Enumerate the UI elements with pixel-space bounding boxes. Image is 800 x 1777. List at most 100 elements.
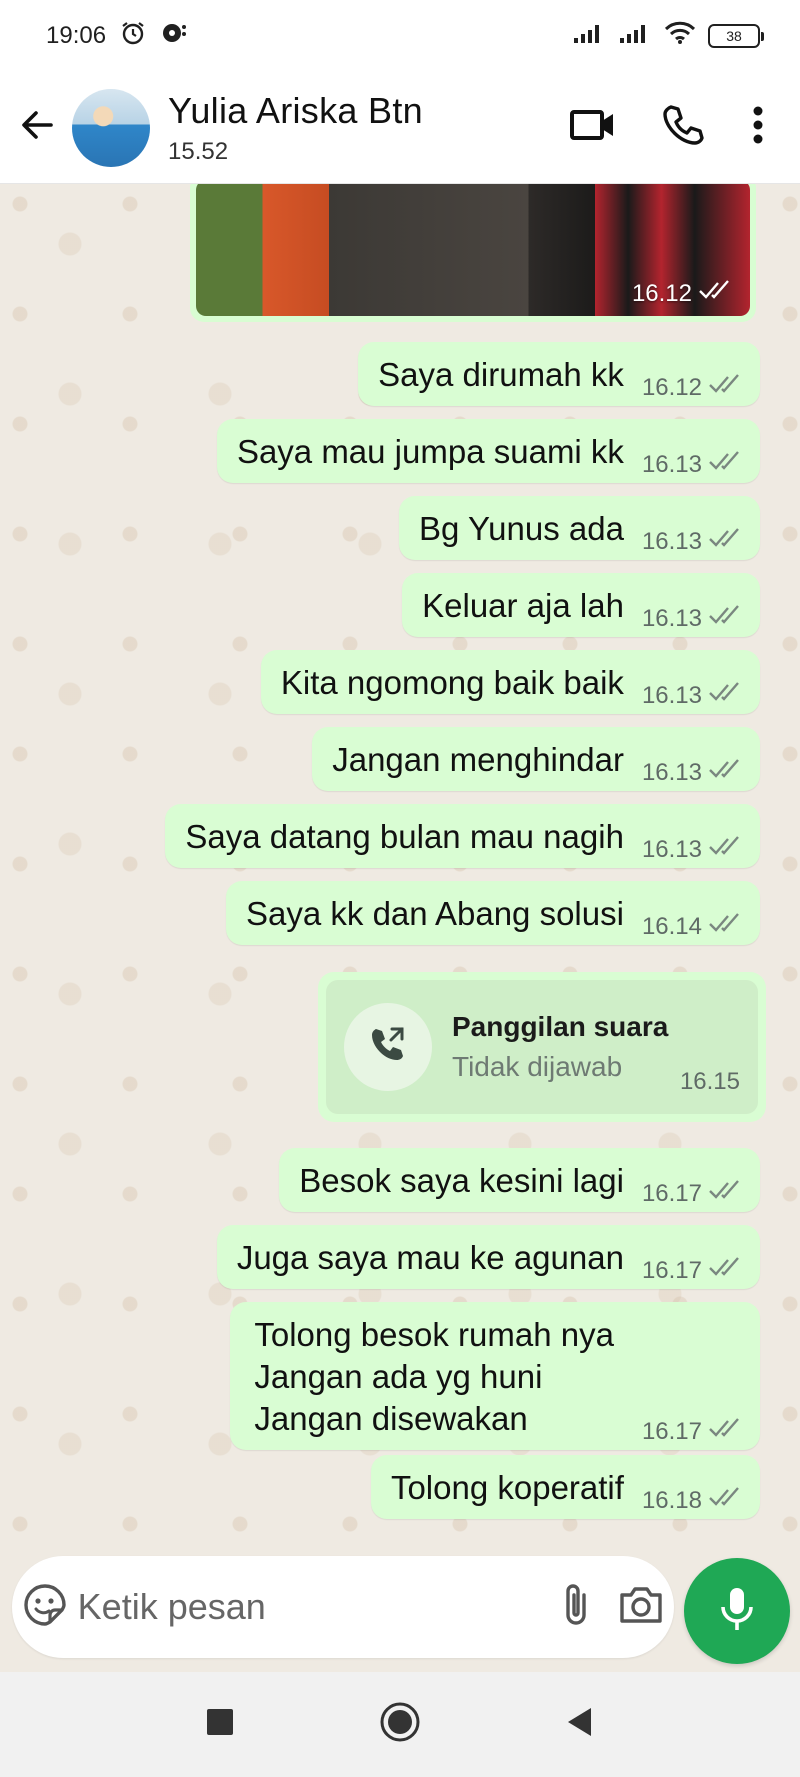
call-title: Panggilan suara bbox=[452, 1011, 669, 1042]
message-text: Saya dirumah kk bbox=[378, 356, 624, 393]
message-meta: 16.14 bbox=[642, 912, 746, 941]
message-time: 16.17 bbox=[641, 1417, 702, 1445]
message-time: 16.12 bbox=[641, 373, 702, 401]
home-button[interactable] bbox=[375, 1700, 425, 1750]
message-time: 16.12 bbox=[631, 279, 692, 307]
double-check-icon bbox=[708, 1256, 746, 1285]
more-vert-icon bbox=[752, 105, 764, 150]
back-button[interactable] bbox=[2, 72, 72, 183]
double-check-icon bbox=[708, 527, 746, 556]
message-text: Juga saya mau ke agunan bbox=[236, 1239, 624, 1276]
message-bubble[interactable]: Saya dirumah kk 16.12 bbox=[358, 342, 760, 406]
message-time: 16.13 bbox=[641, 758, 702, 786]
avatar[interactable] bbox=[72, 88, 150, 167]
status-bar: 19:06 38 bbox=[0, 0, 800, 72]
message-bubble[interactable]: Juga saya mau ke agunan 16.17 bbox=[216, 1225, 760, 1289]
phone-icon bbox=[661, 103, 705, 152]
voice-record-button[interactable] bbox=[684, 1558, 790, 1664]
microphone-icon bbox=[717, 1585, 757, 1638]
attach-button[interactable] bbox=[543, 1556, 609, 1658]
message-photo[interactable]: 16.12 bbox=[196, 184, 750, 316]
double-check-icon bbox=[708, 681, 746, 710]
message-time: 16.13 bbox=[641, 604, 702, 632]
message-bubble[interactable]: Saya mau jumpa suami kk 16.13 bbox=[216, 419, 760, 483]
message-text: Keluar aja lah bbox=[422, 587, 624, 624]
message-time: 16.17 bbox=[641, 1256, 702, 1284]
message-meta: 16.13 bbox=[642, 604, 746, 633]
video-call-icon bbox=[569, 105, 617, 150]
message-text: Bg Yunus ada bbox=[419, 510, 624, 547]
message-time: 16.13 bbox=[641, 450, 702, 478]
contact-name: Yulia Ariska Btn bbox=[168, 89, 423, 131]
message-time: 16.13 bbox=[641, 527, 702, 555]
message-time: 16.18 bbox=[641, 1486, 702, 1514]
message-meta: 16.17 bbox=[642, 1179, 746, 1208]
more-options-button[interactable] bbox=[728, 105, 788, 150]
voice-call-message[interactable]: Panggilan suara Tidak dijawab 16.15 bbox=[318, 972, 766, 1122]
sticker-button[interactable] bbox=[12, 1556, 78, 1658]
message-composer bbox=[0, 1554, 800, 1672]
message-bubble[interactable]: Saya datang bulan mau nagih 16.13 bbox=[165, 804, 760, 868]
message-bubble[interactable]: Keluar aja lah 16.13 bbox=[402, 573, 760, 637]
message-meta: 16.13 bbox=[642, 450, 746, 479]
message-bubble[interactable]: Saya kk dan Abang solusi 16.14 bbox=[226, 881, 760, 945]
square-icon bbox=[205, 1707, 235, 1742]
photo-message[interactable]: 16.12 bbox=[190, 184, 756, 322]
back-arrow-icon bbox=[17, 105, 57, 150]
signal-icon bbox=[618, 21, 652, 52]
message-time: 16.13 bbox=[641, 681, 702, 709]
double-check-icon bbox=[708, 450, 746, 479]
call-back-button[interactable] bbox=[344, 1003, 432, 1091]
message-meta: 16.12 bbox=[632, 279, 736, 308]
voice-call-button[interactable] bbox=[638, 103, 728, 152]
contact-info[interactable]: Yulia Ariska Btn 15.52 bbox=[168, 90, 423, 166]
back-nav-button[interactable] bbox=[555, 1700, 605, 1750]
home-circle-icon bbox=[379, 1701, 421, 1748]
triangle-back-icon bbox=[565, 1706, 595, 1743]
double-check-icon bbox=[708, 1486, 746, 1515]
wifi-icon bbox=[664, 21, 696, 52]
double-check-icon bbox=[708, 835, 746, 864]
message-time: 16.15 bbox=[679, 1068, 740, 1095]
battery-level: 38 bbox=[726, 28, 742, 44]
video-call-button[interactable] bbox=[548, 105, 638, 150]
message-meta: 16.13 bbox=[642, 758, 746, 787]
chat-header: Yulia Ariska Btn 15.52 bbox=[0, 72, 800, 184]
message-text: Saya kk dan Abang solusi bbox=[246, 895, 624, 932]
message-meta: 16.13 bbox=[642, 527, 746, 556]
message-text: Saya mau jumpa suami kk bbox=[236, 433, 624, 470]
message-text: Tolong koperatif bbox=[390, 1469, 624, 1506]
missed-call-icon bbox=[368, 1025, 408, 1070]
message-meta: 16.12 bbox=[642, 373, 746, 402]
call-status: Tidak dijawab bbox=[452, 1051, 623, 1082]
double-check-icon bbox=[708, 604, 746, 633]
message-bubble[interactable]: Jangan menghindar 16.13 bbox=[312, 727, 760, 791]
message-meta: 16.13 bbox=[642, 835, 746, 864]
message-time: 16.13 bbox=[641, 835, 702, 863]
message-bubble[interactable]: Bg Yunus ada 16.13 bbox=[399, 496, 760, 560]
message-input-container[interactable] bbox=[12, 1556, 674, 1658]
message-bubble[interactable]: Tolong besok rumah nya Jangan ada yg hun… bbox=[230, 1302, 760, 1450]
message-meta: 16.17 bbox=[642, 1417, 746, 1446]
camera-icon bbox=[618, 1585, 664, 1630]
double-check-icon bbox=[708, 912, 746, 941]
chat-area[interactable]: 16.12 Saya dirumah kk 16.12 Saya mau jum… bbox=[0, 184, 800, 1554]
double-check-icon bbox=[708, 758, 746, 787]
sticker-icon bbox=[22, 1582, 68, 1633]
message-meta: 16.18 bbox=[642, 1486, 746, 1515]
message-bubble[interactable]: Kita ngomong baik baik 16.13 bbox=[260, 650, 760, 714]
message-input[interactable] bbox=[77, 1586, 543, 1628]
signal-icon bbox=[572, 21, 606, 52]
message-bubble[interactable]: Besok saya kesini lagi 16.17 bbox=[279, 1148, 760, 1212]
message-text: Tolong besok rumah nya Jangan ada yg hun… bbox=[254, 1316, 614, 1437]
double-check-icon bbox=[708, 1179, 746, 1208]
double-check-icon bbox=[708, 373, 746, 402]
camera-button[interactable] bbox=[608, 1556, 674, 1658]
double-check-icon bbox=[708, 1417, 746, 1446]
status-time: 19:06 bbox=[46, 22, 107, 49]
notification-icon bbox=[160, 20, 188, 53]
alarm-icon bbox=[120, 20, 146, 53]
paperclip-icon bbox=[558, 1581, 594, 1634]
message-bubble[interactable]: Tolong koperatif 16.18 bbox=[370, 1455, 760, 1519]
recents-button[interactable] bbox=[195, 1700, 245, 1750]
